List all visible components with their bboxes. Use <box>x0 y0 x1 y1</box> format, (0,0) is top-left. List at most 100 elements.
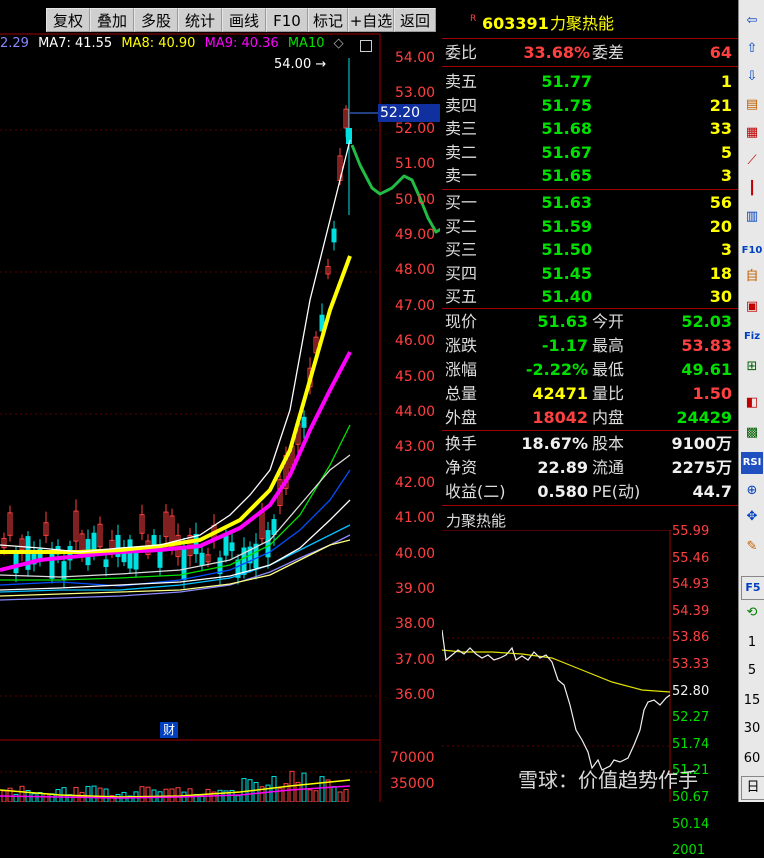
price-axis-label: 40.00 <box>395 545 436 562</box>
line-chart-icon[interactable]: ⟋ <box>741 150 763 172</box>
ask-volume: 21 <box>709 95 732 115</box>
f10-icon[interactable]: F10 <box>741 240 763 262</box>
price-axis-label: 42.00 <box>395 474 436 491</box>
overlay-button[interactable]: 叠加 <box>90 8 134 32</box>
finance-marker[interactable]: 财 <box>160 722 178 738</box>
diamond-icon[interactable]: ◇ <box>334 36 344 51</box>
volume-bar <box>253 781 259 802</box>
level2-icon[interactable]: ▣ <box>741 296 763 318</box>
multi-stock-button[interactable]: 多股 <box>134 8 178 32</box>
stat-label: 外盘 <box>445 408 478 427</box>
draw-line-button[interactable]: 画线 <box>222 8 266 32</box>
candle <box>331 228 337 243</box>
price-axis-label: 49.00 <box>395 227 436 243</box>
fuquan-button[interactable]: 复权 <box>46 8 90 32</box>
grid-icon[interactable]: ▦ <box>741 122 763 144</box>
ask-label: 卖四 <box>445 95 478 115</box>
bid-row[interactable]: 买五 51.40 30 <box>442 285 738 308</box>
candle <box>271 519 277 536</box>
ask-row[interactable]: 卖二 51.67 5 <box>442 141 738 164</box>
high-price-label: 54.00 → <box>274 57 327 72</box>
bid-volume: 30 <box>709 287 732 306</box>
period-60[interactable]: 60 <box>741 748 763 770</box>
price-axis-label: 37.00 <box>395 651 436 668</box>
money-flow-icon[interactable]: ◧ <box>741 392 763 414</box>
period-1[interactable]: 1 <box>741 632 763 654</box>
self-select-icon[interactable]: 自 <box>741 266 763 288</box>
mini-axis-label: 53.33 <box>672 657 710 672</box>
back-button[interactable]: 返回 <box>394 8 436 32</box>
bid-label: 买一 <box>445 193 478 212</box>
pencil-icon[interactable]: ✎ <box>741 536 763 558</box>
zoom-in-icon[interactable]: ⊕ <box>741 480 763 502</box>
ask-row[interactable]: 卖一 51.65 3 <box>442 164 738 187</box>
bid-row[interactable]: 买三 51.50 3 <box>442 238 738 261</box>
bid-label: 买四 <box>445 263 478 283</box>
mark-button[interactable]: 标记 <box>308 8 348 32</box>
candle <box>229 542 235 552</box>
volume-bar <box>139 786 145 802</box>
ask-volume: 3 <box>720 166 732 185</box>
bid-row[interactable]: 买二 51.59 20 <box>442 215 738 238</box>
candle <box>199 552 205 566</box>
weicha-value: 64 <box>709 43 732 62</box>
volume-bar <box>85 785 91 802</box>
fund-value: 18.67% <box>521 434 588 453</box>
period-30[interactable]: 30 <box>741 718 763 740</box>
ask-row[interactable]: 卖五 51.77 1 <box>442 70 738 93</box>
bid-label: 买五 <box>445 287 478 306</box>
ask-volume: 33 <box>709 119 732 138</box>
statistics-button[interactable]: 统计 <box>178 8 222 32</box>
volume-bar <box>241 778 247 802</box>
period-day[interactable]: 日 <box>741 776 764 800</box>
tick-icon[interactable]: ⊞ <box>741 356 763 378</box>
stat-value: 52.03 <box>681 312 732 331</box>
volume-bar <box>271 776 277 802</box>
move-icon[interactable]: ✥ <box>741 506 763 528</box>
mini-axis-label: 54.39 <box>672 603 710 619</box>
mini-axis-label: 53.86 <box>672 630 710 646</box>
price-axis-label: 46.00 <box>395 333 436 350</box>
kline-chart[interactable] <box>0 0 440 802</box>
add-watchlist-button[interactable]: +自选 <box>348 8 394 32</box>
fund-label: 流通 <box>592 458 625 477</box>
kline-icon[interactable]: ┃ <box>741 178 763 200</box>
candle <box>49 550 55 579</box>
rsi-icon[interactable]: RSI <box>741 452 763 474</box>
bid-row[interactable]: 买一 51.63 56 <box>442 191 738 214</box>
f5-icon[interactable]: F5 <box>741 576 764 600</box>
arrow-left-icon[interactable]: ⇦ <box>741 10 763 32</box>
ask-row[interactable]: 卖三 51.68 33 <box>442 117 738 140</box>
mini-axis-label: 52.27 <box>672 710 710 726</box>
ask-label: 卖五 <box>445 72 478 91</box>
volume-bar <box>55 789 61 802</box>
ask-row[interactable]: 卖四 51.75 21 <box>442 94 738 117</box>
arrow-up-icon[interactable]: ⇧ <box>741 38 763 60</box>
price-axis-label: 41.00 <box>395 510 436 527</box>
stat-row: 外盘 18042 内盘 24429 <box>442 406 738 429</box>
price-axis-label: 43.00 <box>395 439 436 456</box>
f10-button[interactable]: F10 <box>266 8 308 32</box>
fiz-icon[interactable]: Fiz <box>741 326 763 348</box>
stat-value: 53.83 <box>681 336 732 355</box>
watermark: 雪球：价值趋势作手 <box>518 768 698 792</box>
intraday-chart[interactable] <box>442 530 672 802</box>
stat-row: 总量 42471 量比 1.50 <box>442 382 738 405</box>
stat-label: 最低 <box>592 360 625 379</box>
table-icon[interactable]: ▥ <box>741 206 763 228</box>
volume-bar <box>319 776 325 802</box>
stat-value: 51.63 <box>537 312 588 331</box>
report-icon[interactable]: ▤ <box>741 94 763 116</box>
toggle-panel-icon[interactable] <box>360 40 372 52</box>
refresh-icon[interactable]: ⟲ <box>741 602 763 624</box>
arrow-down-icon[interactable]: ⇩ <box>741 66 763 88</box>
weibi-value: 33.68% <box>523 43 590 62</box>
period-15[interactable]: 15 <box>741 690 763 712</box>
bid-volume: 18 <box>709 263 732 283</box>
price-axis-label: 53.00 <box>395 85 436 102</box>
bid-row[interactable]: 买四 51.45 18 <box>442 262 738 285</box>
stat-row: 现价 51.63 今开 52.03 <box>442 310 738 333</box>
indicator-icon[interactable]: ▩ <box>741 422 763 444</box>
period-5[interactable]: 5 <box>741 660 763 682</box>
price-axis-label: 44.00 <box>395 404 436 420</box>
